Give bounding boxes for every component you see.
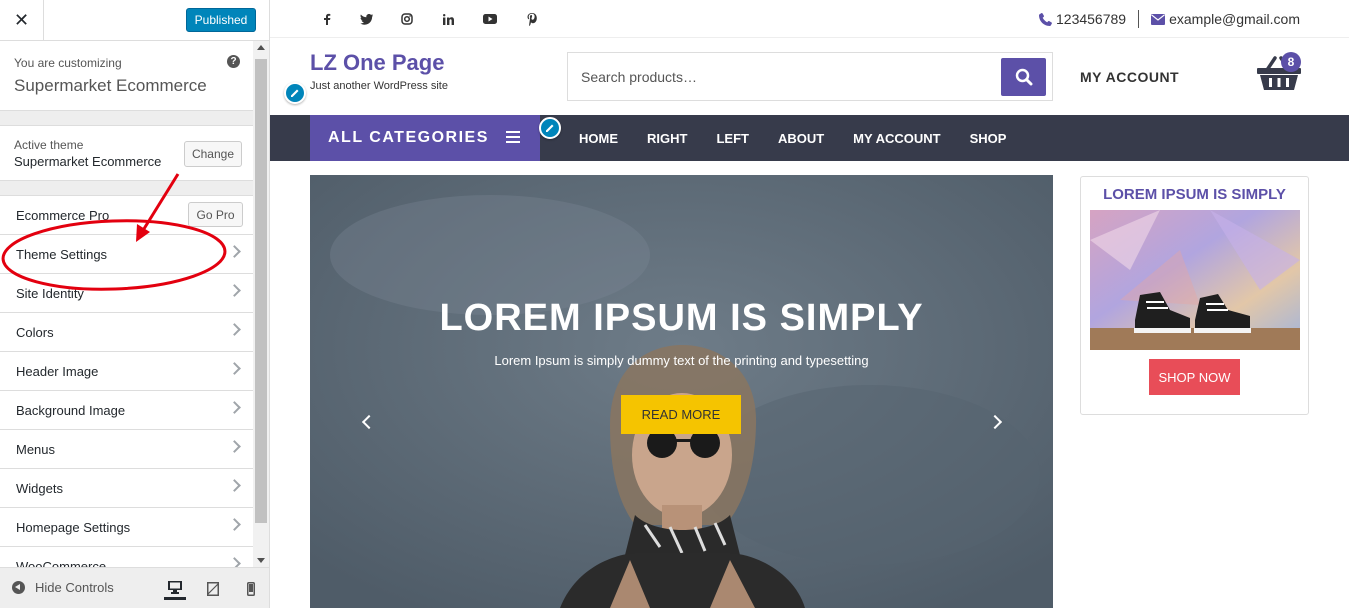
- nav-item-left[interactable]: LEFT: [716, 131, 749, 146]
- site-name: Supermarket Ecommerce: [14, 76, 207, 95]
- menu-item-ecommerce-pro[interactable]: Ecommerce Pro Go Pro: [0, 196, 253, 235]
- instagram-icon[interactable]: [400, 12, 414, 26]
- active-theme-name: Supermarket Ecommerce: [14, 154, 162, 169]
- phone-icon: [1039, 12, 1052, 26]
- help-icon[interactable]: ?: [227, 55, 240, 68]
- desktop-icon[interactable]: [164, 578, 186, 600]
- hide-controls-button[interactable]: Hide Controls: [12, 580, 114, 595]
- chevron-right-icon: [228, 440, 241, 453]
- facebook-icon[interactable]: [320, 12, 334, 26]
- customizer-header: ✕ Published: [0, 0, 269, 41]
- menu-item-label: Colors: [16, 324, 54, 340]
- scroll-up-arrow-icon[interactable]: [257, 45, 265, 50]
- menu-item-header-image[interactable]: Header Image: [0, 352, 253, 391]
- menu-item-menus[interactable]: Menus: [0, 430, 253, 469]
- all-categories-label: ALL CATEGORIES: [328, 129, 489, 146]
- publish-button[interactable]: Published: [186, 8, 256, 32]
- tablet-icon[interactable]: [202, 578, 224, 600]
- site-tagline: Just another WordPress site: [310, 80, 448, 92]
- envelope-icon: [1151, 13, 1166, 25]
- menu-item-label: Background Image: [16, 402, 126, 418]
- mobile-icon[interactable]: [240, 578, 262, 600]
- cart-button[interactable]: 8: [1255, 52, 1305, 94]
- go-pro-button[interactable]: Go Pro: [188, 202, 243, 227]
- all-categories-button[interactable]: ALL CATEGORIES: [310, 115, 540, 161]
- contact-info: 123456789 example@gmail.com: [1039, 10, 1300, 28]
- linkedin-icon[interactable]: [441, 12, 455, 26]
- search-input[interactable]: [569, 54, 989, 99]
- nav-menu: HOME RIGHT LEFT ABOUT MY ACCOUNT SHOP: [579, 115, 1035, 161]
- chevron-right-icon: [228, 245, 241, 258]
- twitter-icon[interactable]: [359, 12, 373, 26]
- site-title[interactable]: LZ One Page: [310, 50, 448, 76]
- scrollbar-thumb[interactable]: [255, 59, 267, 523]
- chevron-right-icon: [228, 284, 241, 297]
- my-account-link[interactable]: MY ACCOUNT: [1080, 69, 1179, 85]
- hide-controls-label: Hide Controls: [35, 580, 114, 595]
- menu-item-label: Site Identity: [16, 285, 84, 301]
- edit-menu-icon[interactable]: [539, 117, 561, 139]
- nav-item-my-account[interactable]: MY ACCOUNT: [853, 131, 940, 146]
- nav-item-about[interactable]: ABOUT: [778, 131, 824, 146]
- nav-item-shop[interactable]: SHOP: [970, 131, 1007, 146]
- chevron-right-icon: [228, 323, 241, 336]
- product-search: [567, 52, 1053, 101]
- promo-widget: LOREM IPSUM IS SIMPLY SHOP NOW: [1080, 176, 1309, 415]
- search-icon: [1015, 68, 1032, 86]
- contact-divider: [1138, 10, 1140, 28]
- change-theme-button[interactable]: Change: [184, 141, 242, 167]
- nav-item-right[interactable]: RIGHT: [647, 131, 687, 146]
- youtube-icon[interactable]: [483, 12, 497, 26]
- slide-text: Lorem Ipsum is simply dummy text of the …: [494, 353, 869, 368]
- menu-item-theme-settings[interactable]: Theme Settings: [0, 235, 253, 274]
- top-bar: 123456789 example@gmail.com: [270, 0, 1349, 38]
- active-theme-section: Active theme Supermarket Ecommerce Chang…: [0, 125, 253, 181]
- phone-number[interactable]: 123456789: [1056, 11, 1126, 27]
- main-navigation: ALL CATEGORIES HOME RIGHT LEFT ABOUT MY …: [270, 115, 1349, 161]
- customizing-info: You are customizing Supermarket Ecommerc…: [0, 41, 253, 111]
- menu-item-label: Homepage Settings: [16, 519, 131, 535]
- chevron-right-icon: [228, 362, 241, 375]
- customizer-sidebar: ✕ Published You are customizing Supermar…: [0, 0, 270, 608]
- menu-item-site-identity[interactable]: Site Identity: [0, 274, 253, 313]
- site-preview: 123456789 example@gmail.com LZ One Page …: [270, 0, 1349, 608]
- chevron-right-icon: [228, 479, 241, 492]
- sidebar-scrollbar[interactable]: [253, 41, 269, 567]
- menu-item-label: Menus: [16, 441, 56, 457]
- promo-title: LOREM IPSUM IS SIMPLY: [1103, 186, 1286, 203]
- active-theme-label: Active theme: [14, 138, 84, 152]
- cart-count-badge: 8: [1281, 52, 1301, 72]
- promo-image[interactable]: [1090, 210, 1300, 350]
- chevron-right-icon: [228, 518, 241, 531]
- customizer-menu: Ecommerce Pro Go Pro Theme Settings Site…: [0, 195, 253, 586]
- customizer-footer: Hide Controls: [0, 567, 269, 608]
- site-branding: LZ One Page Just another WordPress site: [310, 50, 448, 92]
- hero-background-image: [310, 175, 1053, 608]
- search-button[interactable]: [1001, 58, 1046, 96]
- hero-slider: LOREM IPSUM IS SIMPLY Lorem Ipsum is sim…: [310, 175, 1053, 608]
- hamburger-icon: [506, 131, 520, 143]
- edit-site-identity-icon[interactable]: [284, 82, 306, 104]
- menu-item-label: Theme Settings: [16, 246, 108, 262]
- menu-item-colors[interactable]: Colors: [0, 313, 253, 352]
- menu-item-background-image[interactable]: Background Image: [0, 391, 253, 430]
- customizing-label: You are customizing: [14, 56, 122, 70]
- slide-title: LOREM IPSUM IS SIMPLY: [439, 297, 924, 339]
- menu-item-widgets[interactable]: Widgets: [0, 469, 253, 508]
- menu-item-label: Widgets: [16, 480, 63, 496]
- close-icon: ✕: [13, 9, 30, 30]
- nav-item-home[interactable]: HOME: [579, 131, 618, 146]
- email-address[interactable]: example@gmail.com: [1169, 11, 1300, 27]
- read-more-button[interactable]: READ MORE: [621, 395, 741, 434]
- pinterest-icon[interactable]: [525, 12, 539, 26]
- chevron-right-icon: [228, 401, 241, 414]
- close-customizer-button[interactable]: ✕: [0, 0, 44, 40]
- menu-item-label: Header Image: [16, 363, 99, 379]
- menu-item-label: Ecommerce Pro: [16, 207, 110, 223]
- menu-item-homepage-settings[interactable]: Homepage Settings: [0, 508, 253, 547]
- scroll-down-arrow-icon[interactable]: [257, 558, 265, 563]
- collapse-icon: [12, 581, 25, 594]
- shop-now-button[interactable]: SHOP NOW: [1149, 359, 1240, 395]
